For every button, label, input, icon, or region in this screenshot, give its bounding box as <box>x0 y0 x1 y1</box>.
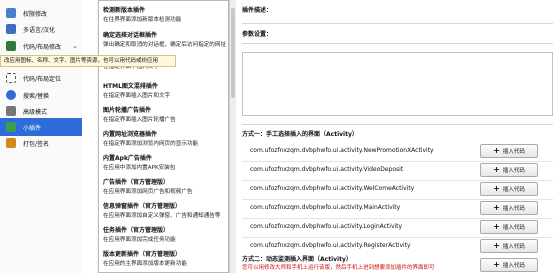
main-panel: 插件描述： 参数设置： 方式一：手工选择插入的界面（Activity） com.… <box>236 0 553 273</box>
sidebar-item-code-locate[interactable]: 代码/布局定位 <box>0 69 82 87</box>
package-icon <box>6 138 16 148</box>
sidebar-item-code-edit[interactable]: 代码/布局修改 ⌄ <box>0 37 82 55</box>
tooltip: 改应用图标、名称、文字、图片等资源，也可以用代码或纷应用 <box>0 55 176 67</box>
code-icon <box>6 41 16 51</box>
menu-item-ad-official[interactable]: 广告插件（官方管理版） 在应用界面添加网页广告和视频广告 <box>103 177 227 195</box>
menu-item-title: 版本更新插件（官方管理版） <box>103 251 182 258</box>
menu-item-desc: 在往界界面添加新版本检测功能 <box>103 17 182 23</box>
menu-item-browser[interactable]: 内置网址浏览器插件 在指定界面添加浏览内网页的显示功能 <box>103 129 227 147</box>
plus-icon: + <box>493 260 500 269</box>
params-label: 参数设置： <box>242 31 273 38</box>
locate-icon <box>6 73 16 83</box>
divider <box>242 43 553 44</box>
activity-name: com.ufozfnxzqm.dvbphwfo.ui.activity.WelC… <box>250 185 415 192</box>
menu-item-title: HTML图文混排插件 <box>103 83 158 90</box>
menu-item-popup-official[interactable]: 信息弹窗插件（官方管理版） 在应用界面添加自定义弹窗、广告和通知通告等 <box>103 201 227 219</box>
menu-item-desc: 在指定界面插入图片轮播广告 <box>103 117 176 123</box>
insert-code-button[interactable]: + 插入代码 <box>480 239 538 253</box>
plugin-menu: 检测新版本插件 在往界界面添加新版本检测功能 确定选择对话框插件 弹出确定和取消… <box>98 0 229 273</box>
scrollbar-thumb[interactable] <box>231 8 235 98</box>
button-label: 插入代码 <box>502 187 525 193</box>
activity-row: com.ufozfnxzqm.dvbphwfo.ui.activity.Logi… <box>236 219 553 236</box>
menu-item-title: 内置Apk广告插件 <box>103 155 152 162</box>
activity-name: com.ufozfnxzqm.dvbphwfo.ui.activity.Logi… <box>250 223 403 230</box>
plugin-desc-label: 插件描述： <box>242 7 273 14</box>
activity-name: com.ufozfnxzqm.dvbphwfo.ui.activity.Main… <box>250 204 401 211</box>
menu-item-title: 图片轮播广告插件 <box>103 107 152 114</box>
params-textarea[interactable] <box>242 52 553 116</box>
plus-icon: + <box>493 165 500 174</box>
plus-icon: + <box>493 146 500 155</box>
activity-row: com.ufozfnxzqm.dvbphwfo.ui.activity.WelC… <box>236 181 553 198</box>
sidebar-item-language[interactable]: 多语言/汉化 <box>0 20 82 38</box>
menu-item-title: 检测新版本插件 <box>103 7 146 14</box>
menu-item-apk-ad[interactable]: 内置Apk广告插件 在应用中添加内置APK安装包 <box>103 153 227 171</box>
chevron-down-icon: ⌄ <box>72 42 78 50</box>
activity-row: com.ufozfnxzqm.dvbphwfo.ui.activity.Main… <box>236 200 553 217</box>
sidebar-item-label: 代码/布局修改 <box>23 43 62 51</box>
insert-code-button[interactable]: + 插入代码 <box>480 258 538 272</box>
sidebar-item-package[interactable]: 打包/签名 <box>0 134 82 152</box>
shield-icon <box>6 8 16 18</box>
activity-name: com.ufozfnxzqm.dvbphwfo.ui.activity.Vide… <box>250 166 404 173</box>
button-label: 插入代码 <box>502 263 525 269</box>
menu-item-desc: 在应用界面添加网页广告和视频广告 <box>103 189 193 195</box>
method1-label: 方式一：手工选择插入的界面（Activity） <box>242 131 358 138</box>
plus-icon: + <box>493 203 500 212</box>
plus-icon: + <box>493 222 500 231</box>
plus-icon: + <box>493 184 500 193</box>
menu-item-title: 信息弹窗插件（官方管理版） <box>103 203 182 210</box>
menu-item-title: 广告插件（官方管理版） <box>103 179 170 186</box>
divider <box>242 23 553 24</box>
sidebar-item-label: 高级模式 <box>23 108 48 116</box>
sidebar-item-label: 打包/签名 <box>23 140 50 148</box>
menu-item-desc: 在指定界面添加浏览内网页的显示功能 <box>103 141 199 147</box>
sidebar-item-label: 搜索/替换 <box>23 92 50 100</box>
divider <box>242 124 553 125</box>
menu-item-title: 任务插件（官方管理版） <box>103 227 170 234</box>
activity-name: com.ufozfnxzqm.dvbphwfo.ui.activity.NewP… <box>250 147 434 154</box>
button-label: 插入代码 <box>502 149 525 155</box>
menu-item-desc: 在应用界面添加完成任务功能 <box>103 237 176 243</box>
activity-row: com.ufozfnxzqm.dvbphwfo.ui.activity.Regi… <box>236 238 553 255</box>
search-icon <box>6 90 16 100</box>
insert-code-button[interactable]: + 插入代码 <box>480 144 538 158</box>
menu-item-desc: 弹出确定和取消的对话框，确定后访问指定的网址 <box>103 42 227 48</box>
button-label: 插入代码 <box>502 244 525 250</box>
menu-item-check-update[interactable]: 检测新版本插件 在往界界面添加新版本检测功能 <box>103 5 227 23</box>
menu-item-desc: 在应用界面添加自定义弹窗、广告和通知通告等 <box>103 213 221 219</box>
sidebar-item-label: 多语言/汉化 <box>23 26 56 34</box>
menu-item-desc: 在应用的主界面添加版本更新功能 <box>103 261 187 267</box>
sidebar-item-label: 小插件 <box>23 124 42 132</box>
wrench-icon <box>6 106 16 116</box>
sidebar-item-label: 权限修改 <box>23 10 48 18</box>
menu-item-title: 确定选择对话框插件 <box>103 32 158 39</box>
language-icon <box>6 24 16 34</box>
plugin-icon <box>6 122 16 132</box>
activity-name: com.ufozfnxzqm.dvbphwfo.ui.activity.Regi… <box>250 242 411 249</box>
warning-text: 您可以用修改大师和手机上运行该版，然后手机上进到想要添加插件的界面即可 <box>242 265 435 271</box>
insert-code-button[interactable]: + 插入代码 <box>480 182 538 196</box>
menu-item-update-official[interactable]: 版本更新插件（官方管理版） 在应用的主界面添加版本更新功能 <box>103 249 227 267</box>
button-label: 插入代码 <box>502 225 525 231</box>
menu-item-confirm-dialog[interactable]: 确定选择对话框插件 弹出确定和取消的对话框，确定后访问指定的网址 <box>103 30 227 48</box>
menu-item-title: 内置网址浏览器插件 <box>103 131 158 138</box>
sidebar-item-label: 代码/布局定位 <box>23 75 62 83</box>
button-label: 插入代码 <box>502 168 525 174</box>
button-label: 插入代码 <box>502 206 525 212</box>
menu-item-task-official[interactable]: 任务插件（官方管理版） 在应用界面添加完成任务功能 <box>103 225 227 243</box>
plus-icon: + <box>493 241 500 250</box>
menu-item-html-mixed[interactable]: HTML图文混排插件 在指定界面插入图片和文字 <box>103 81 227 99</box>
activity-row: com.ufozfnxzqm.dvbphwfo.ui.activity.Vide… <box>236 162 553 179</box>
insert-code-button[interactable]: + 插入代码 <box>480 163 538 177</box>
menu-scrollbar[interactable] <box>229 0 236 273</box>
menu-item-desc: 在应用中添加内置APK安装包 <box>103 165 176 171</box>
insert-code-button[interactable]: + 插入代码 <box>480 201 538 215</box>
sidebar: 权限修改 多语言/汉化 代码/布局修改 ⌄ 代码/布局定位 搜索/替换 高级模式… <box>0 0 82 273</box>
insert-code-button[interactable]: + 插入代码 <box>480 220 538 234</box>
activity-row: com.ufozfnxzqm.dvbphwfo.ui.activity.NewP… <box>236 143 553 160</box>
menu-item-carousel-ad[interactable]: 图片轮播广告插件 在指定界面插入图片轮播广告 <box>103 105 227 123</box>
menu-item-desc: 在指定界面插入图片和文字 <box>103 93 171 99</box>
